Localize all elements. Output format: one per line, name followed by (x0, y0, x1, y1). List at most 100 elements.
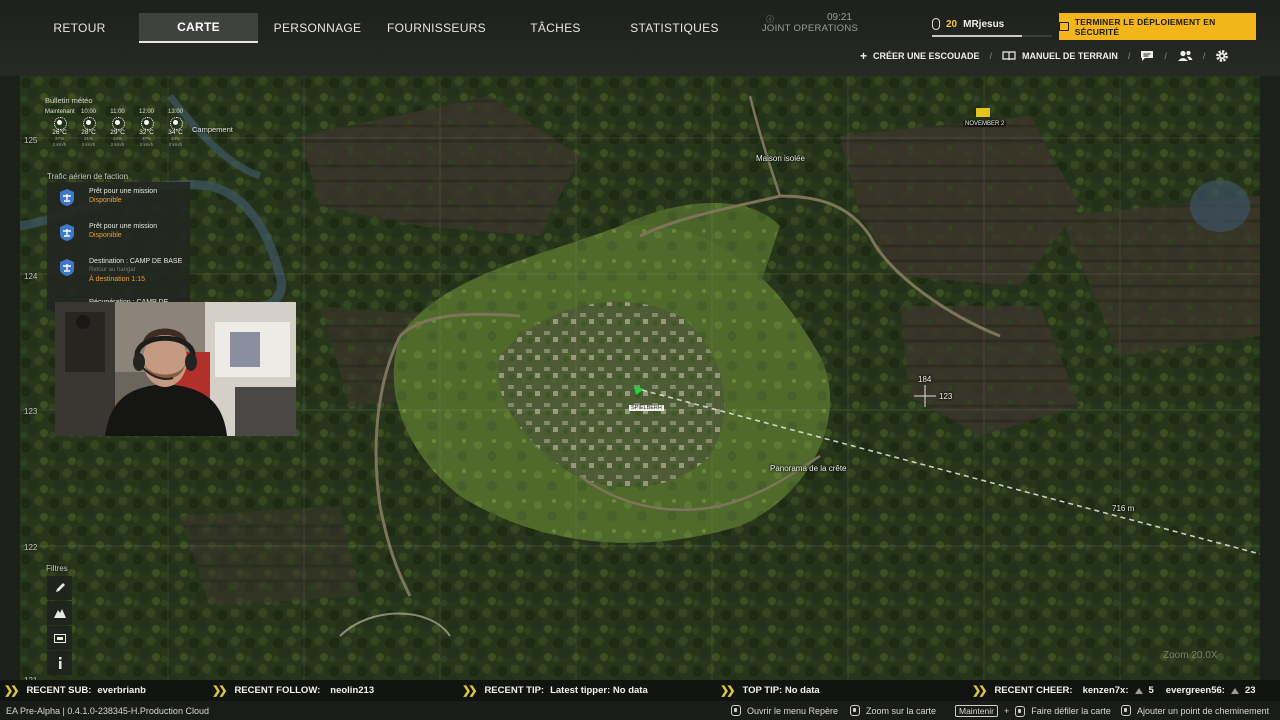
helicopter-icon (60, 224, 74, 241)
weather-slot: 12:00 32°C 37% 2 km/h (132, 109, 161, 148)
weather-time: Maintenant (45, 109, 75, 115)
field-manual-button[interactable]: MANUEL DE TERRAIN (1002, 51, 1118, 61)
sun-icon (83, 117, 96, 130)
zoom-level: Zoom 20.0X (1163, 650, 1218, 661)
traffic-availability: Disponible (89, 232, 122, 239)
location-panorama[interactable]: Panorama de la crête (770, 464, 847, 473)
traffic-availability: Disponible (89, 197, 122, 204)
field-manual-label: MANUEL DE TERRAIN (1022, 51, 1118, 61)
end-deployment-button[interactable]: TERMINER LE DÉPLOIEMENT EN SÉCURITÉ (1059, 13, 1256, 40)
plus-icon: + (860, 49, 868, 63)
chat-icon[interactable] (1140, 50, 1154, 62)
cheer-value: 23 (1244, 685, 1256, 696)
traffic-note: Retour au hangar (89, 267, 136, 273)
filter-terrain-button[interactable] (47, 601, 72, 625)
sun-icon (141, 117, 154, 130)
recent-tip-value: Latest tipper: No data (550, 685, 648, 696)
filter-draw-button[interactable] (47, 576, 72, 600)
traffic-status: Destination : CAMP DE BASE (89, 258, 183, 265)
hint-scroll: Maintenir + Faire défiler la carte (955, 705, 1111, 717)
recent-sub-label: RECENT SUB: (26, 685, 92, 696)
traffic-status: Prêt pour une mission (89, 188, 158, 195)
mouse-icon (1121, 705, 1131, 716)
operation-name: JOINT OPERATIONS (761, 23, 859, 34)
separator: / (1164, 51, 1167, 61)
weather-temp: 28°C (81, 129, 96, 136)
stream-ticker: ❯❯ RECENT SUB: everbrianb ❯❯ RECENT FOLL… (0, 680, 1280, 701)
info-icon (58, 657, 61, 669)
bits-icon (1230, 687, 1239, 694)
air-traffic-title: Trafic aérien de faction (47, 172, 129, 181)
separator: / (1202, 51, 1206, 61)
chevron-icon: ❯❯ (4, 685, 20, 697)
tab-statistiques[interactable]: STATISTIQUES (615, 13, 734, 43)
separator: / (1127, 51, 1131, 61)
weather-title: Bulletin météo (45, 96, 93, 105)
hint-marker-menu: Ouvrir le menu Repère (731, 705, 838, 716)
distance-label: 716 m (1112, 504, 1135, 513)
microphone-icon (932, 18, 940, 30)
hint-text: Faire défiler la carte (1031, 706, 1111, 716)
recent-follow-label: RECENT FOLLOW: (234, 685, 321, 696)
air-traffic-item[interactable]: Prêt pour une mission Disponible (47, 217, 190, 252)
info-icon: ⓘ (766, 15, 774, 24)
create-squad-button[interactable]: + CRÉER UNE ESCOUADE (860, 49, 980, 63)
tab-taches[interactable]: TÂCHES (496, 13, 615, 43)
tab-carte[interactable]: CARTE (139, 13, 258, 43)
recent-sub: ❯❯ RECENT SUB: everbrianb (4, 684, 146, 697)
lz-badge[interactable]: LZ (966, 109, 978, 115)
exit-icon (1059, 22, 1069, 31)
tab-fournisseurs[interactable]: FOURNISSEURS (377, 13, 496, 43)
traffic-status: Prêt pour une mission (89, 223, 158, 230)
chevron-icon: ❯❯ (462, 685, 478, 697)
plus-sign: + (1003, 706, 1010, 716)
grid-number: 123 (24, 407, 38, 416)
weather-time: 11:00 (110, 109, 125, 115)
player-marker-label[interactable]: SPIELBERH (629, 405, 664, 411)
air-traffic-item[interactable]: Destination : CAMP DE BASE Retour au han… (47, 252, 190, 296)
weather-wind: 2 km/h (110, 142, 125, 147)
cheer-name: evergreen56: (1165, 685, 1225, 696)
grid-number: 122 (24, 543, 38, 552)
tab-retour[interactable]: RETOUR (20, 13, 139, 43)
hint-zoom: Zoom sur la carte (850, 705, 936, 716)
weather-wind: 2 km/h (139, 142, 154, 147)
gear-icon[interactable] (1215, 49, 1229, 63)
air-traffic-panel: Prêt pour une mission Disponible Prêt po… (47, 182, 190, 310)
hint-text: Zoom sur la carte (866, 705, 937, 716)
friends-icon[interactable] (1177, 50, 1193, 62)
weather-panel: Bulletin météo Maintenant 26°C 37% 2 km/… (45, 96, 190, 148)
recent-tip: ❯❯ RECENT TIP: Latest tipper: No data (462, 684, 648, 697)
weather-temp: 26°C (52, 129, 67, 136)
air-traffic-item[interactable]: Prêt pour une mission Disponible (47, 182, 190, 217)
book-icon (1002, 51, 1016, 61)
top-navigation-bar: RETOUR CARTE PERSONNAGE FOURNISSEURS TÂC… (0, 0, 1280, 76)
right-mouse-icon (731, 705, 741, 716)
grid-number: 124 (24, 272, 38, 281)
hint-waypoint: Ajouter un point de cheminement (1121, 705, 1269, 716)
scroll-wheel-icon (850, 705, 860, 716)
weather-slot: 13:00 34°C 44% 2 km/h (161, 109, 190, 148)
helicopter-icon (60, 189, 74, 206)
filters-title: Filtres (46, 564, 68, 573)
filter-lz-button[interactable] (47, 626, 72, 650)
weather-temp: 29°C (110, 129, 125, 136)
weather-slot: 10:00 28°C 31% 3 km/h (74, 109, 103, 148)
lz-name: NOVEMBER 2 (963, 121, 1007, 127)
webcam-image (55, 302, 296, 436)
bits-icon (1134, 687, 1143, 694)
filter-info-button[interactable] (47, 651, 72, 675)
pencil-icon (55, 583, 65, 592)
player-progress-bar (932, 35, 1052, 37)
landing-zone-icon (53, 633, 66, 643)
location-maison-isolee[interactable]: Maison isolée (756, 154, 805, 163)
streamer-webcam (55, 302, 296, 436)
tab-personnage[interactable]: PERSONNAGE (258, 13, 377, 43)
chevron-icon: ❯❯ (212, 685, 228, 697)
hint-text: Ouvrir le menu Repère (747, 705, 839, 716)
sun-icon (54, 117, 67, 130)
build-version: EA Pre-Alpha | 0.4.1.0-238345-H.Producti… (6, 706, 209, 716)
helicopter-icon (60, 259, 74, 276)
weather-wind: 2 km/h (52, 142, 67, 147)
weather-temp: 32°C (139, 129, 154, 136)
